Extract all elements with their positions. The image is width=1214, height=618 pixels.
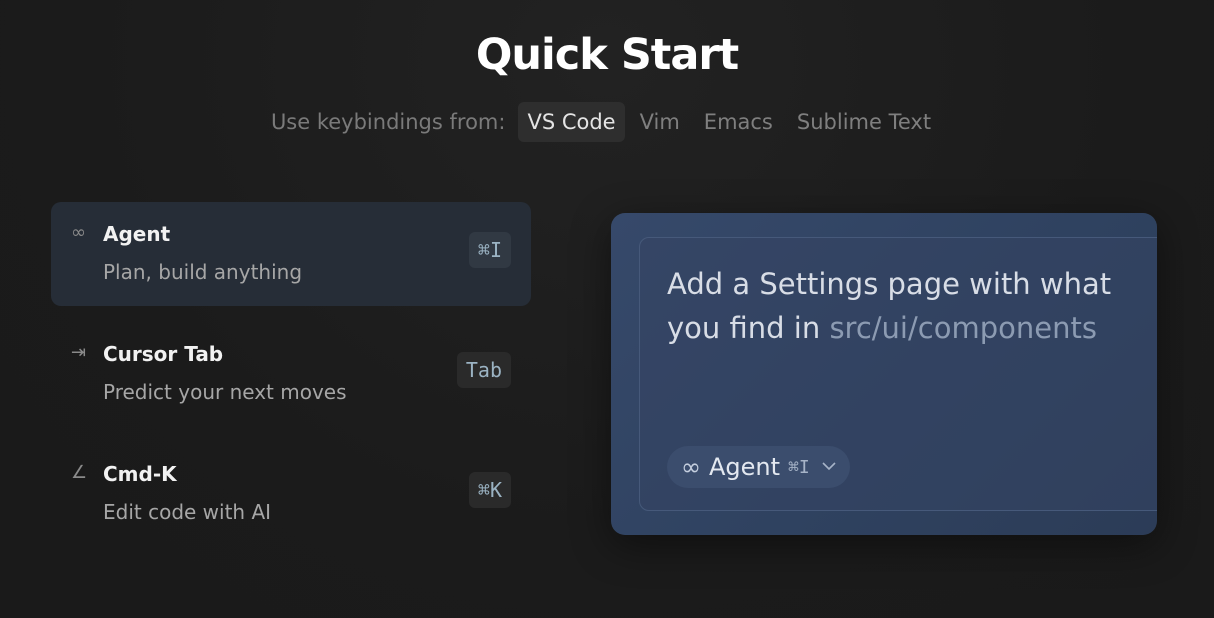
prompt-text: Add a Settings page with what you find i… bbox=[667, 262, 1137, 350]
keybinding-option-sublime[interactable]: Sublime Text bbox=[788, 102, 940, 142]
pencil-edit-icon: ∠ bbox=[71, 462, 88, 483]
infinity-icon: ∞ bbox=[71, 222, 86, 243]
shortcut-badge: Tab bbox=[456, 352, 511, 388]
prompt-input-box[interactable]: Add a Settings page with what you find i… bbox=[639, 237, 1157, 511]
prompt-path: src/ui/components bbox=[829, 311, 1097, 345]
feature-item-cursor-tab[interactable]: ⇥ Cursor Tab Predict your next moves Tab bbox=[51, 322, 531, 426]
keybinding-option-vim[interactable]: Vim bbox=[631, 102, 689, 142]
feature-description: Plan, build anything bbox=[103, 260, 303, 284]
feature-name: Agent bbox=[103, 222, 171, 246]
mode-shortcut: ⌘I bbox=[788, 456, 810, 478]
feature-name: Cmd-K bbox=[103, 462, 177, 486]
feature-name: Cursor Tab bbox=[103, 342, 224, 366]
infinity-icon: ∞ bbox=[681, 453, 701, 481]
shortcut-badge: ⌘I bbox=[468, 232, 511, 268]
shortcut-badge: ⌘K bbox=[468, 472, 511, 508]
chevron-down-icon bbox=[822, 459, 836, 475]
quick-start-page: Quick Start Use keybindings from: VS Cod… bbox=[0, 0, 1214, 618]
keybindings-selector: Use keybindings from: VS Code Vim Emacs … bbox=[0, 102, 1214, 142]
mode-name: Agent bbox=[709, 453, 781, 481]
page-title: Quick Start bbox=[475, 30, 739, 80]
feature-item-cmd-k[interactable]: ∠ Cmd-K Edit code with AI ⌘K bbox=[51, 442, 531, 546]
feature-preview-panel: Add a Settings page with what you find i… bbox=[611, 213, 1157, 535]
mode-selector[interactable]: ∞ Agent ⌘I bbox=[667, 446, 850, 488]
keybinding-option-emacs[interactable]: Emacs bbox=[695, 102, 782, 142]
feature-description: Edit code with AI bbox=[103, 500, 272, 524]
feature-item-agent[interactable]: ∞ Agent Plan, build anything ⌘I bbox=[51, 202, 531, 306]
tab-arrow-icon: ⇥ bbox=[71, 342, 87, 363]
feature-list: ∞ Agent Plan, build anything ⌘I ⇥ Cursor… bbox=[51, 202, 531, 562]
keybindings-label: Use keybindings from: bbox=[270, 110, 506, 134]
keybinding-option-vscode[interactable]: VS Code bbox=[518, 102, 625, 142]
feature-description: Predict your next moves bbox=[103, 380, 347, 404]
